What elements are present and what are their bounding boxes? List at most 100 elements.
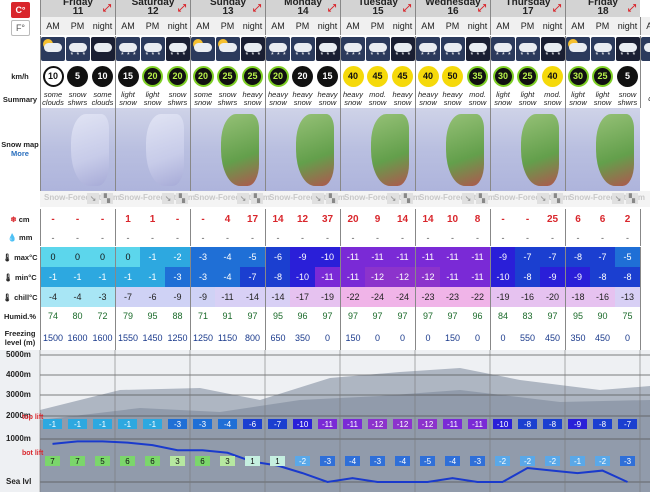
freeze-cell: 450 (594, 333, 611, 343)
snow-map-image[interactable] (565, 108, 640, 191)
freeze-cell: 450 (544, 333, 561, 343)
wx-cell (640, 36, 650, 62)
fahrenheit-toggle[interactable]: F° (11, 20, 30, 36)
mint-cell: -10 (490, 267, 515, 287)
wind-cell: 35 (465, 62, 490, 90)
summary-cell: snow shwrs (215, 90, 240, 108)
snowflake-icon: * (445, 52, 449, 59)
period-label: PM (220, 21, 235, 31)
map-zoom-icon[interactable]: ▚ (176, 193, 188, 204)
cloud-icon (419, 43, 437, 52)
cloud-icon (468, 43, 487, 52)
map-zoom-icon[interactable]: ▚ (251, 193, 263, 204)
map-arrow-icon[interactable]: ↘ (387, 193, 399, 204)
map-zoom-icon[interactable]: ▚ (401, 193, 413, 204)
snow-map-image[interactable] (40, 108, 115, 191)
humidity-label: Humid.% (3, 311, 37, 321)
wind-cell: 20 (190, 62, 215, 90)
mint-cell: -12 (415, 267, 440, 287)
snow-map-image[interactable] (265, 108, 340, 191)
cloudy-night-icon (90, 37, 115, 61)
summary-cell: light snow (565, 90, 590, 108)
map-zoom-icon[interactable]: ▚ (326, 193, 338, 204)
wind-cell: 40 (415, 62, 440, 90)
expand-icon[interactable]: ⤢ (253, 3, 261, 14)
expand-icon[interactable]: ⤢ (103, 3, 111, 14)
wind-arrow-icon: 20 (292, 65, 313, 87)
map-arrow-icon[interactable]: ↘ (312, 193, 324, 204)
expand-icon[interactable]: ⤢ (178, 3, 186, 14)
maxt-cell: -8 (565, 247, 590, 267)
humid-cell: 97 (322, 311, 333, 321)
chill-cell: -18 (565, 287, 590, 307)
summary-text: clouds (42, 98, 64, 107)
humidity-row: 74 80 72 79 95 88 71 91 97 95 96 97 97 97 97 97 97 96 84 83… (40, 306, 650, 326)
bot-lift-temp: 7 (70, 456, 85, 466)
snow-map-image[interactable] (115, 108, 190, 191)
wind-cell (640, 62, 650, 90)
chill-cell: -20 (540, 287, 565, 307)
period-label: PM (295, 21, 310, 31)
expand-icon[interactable]: ⤢ (403, 3, 411, 14)
snowflake-icon: * (295, 52, 299, 59)
map-arrow-icon[interactable]: ↘ (462, 193, 474, 204)
rain-row: ------------------------- (40, 229, 650, 246)
bot-lift-temp: 3 (170, 456, 185, 466)
snow-cell: 1 (115, 209, 140, 229)
summary-cell: light snow (115, 90, 140, 108)
humid-cell: 71 (190, 306, 215, 326)
maxt-cell: -11 (440, 247, 465, 267)
mint-cell: -12 (365, 267, 390, 287)
altitude-label: 3000m (6, 390, 31, 399)
map-arrow-icon[interactable]: ↘ (612, 193, 624, 204)
freeze-cell: 0 (624, 333, 630, 343)
humid-cell (640, 306, 650, 326)
max-temp-row: 0 0 0 0 -1 -2 -3 -4 -5 -6 -9 -10 -11 -11 -11 -11 -11 -11-… (40, 247, 650, 267)
bot-lift-temp: 1 (270, 456, 285, 466)
map-arrow-icon[interactable]: ↘ (162, 193, 174, 204)
maxt-cell: 0 (90, 247, 115, 267)
map-zoom-icon[interactable]: ▚ (476, 193, 488, 204)
map-zoom-icon[interactable]: ▚ (626, 193, 638, 204)
cloud-icon (569, 43, 587, 52)
maxt-cell: -1 (140, 247, 165, 267)
humid-cell: 96 (297, 311, 308, 321)
bot-lift-temp: 6 (195, 456, 210, 466)
cloud-icon (494, 43, 512, 52)
humid-cell: 74 (40, 306, 65, 326)
snow-map-image[interactable] (340, 108, 415, 191)
freeze-cell: 350 (294, 333, 311, 343)
humid-cell: 79 (115, 306, 140, 326)
chill-cell: -23 (440, 287, 465, 307)
map-arrow-icon[interactable]: ↘ (87, 193, 99, 204)
expand-icon[interactable]: ⤢ (328, 3, 336, 14)
wind-arrow-icon: 25 (517, 65, 538, 87)
humid-cell: 83 (522, 311, 533, 321)
expand-icon[interactable]: ⤢ (553, 3, 561, 14)
freeze-cell: 1550 (115, 326, 140, 350)
map-zoom-icon[interactable]: ▚ (101, 193, 113, 204)
snow-map-image[interactable] (190, 108, 265, 191)
snow-map-image[interactable] (415, 108, 490, 191)
chill-label: 🌡 chill°C (2, 292, 38, 302)
wind-cell: 25 (240, 62, 265, 90)
map-zoom-icon[interactable]: ▚ (551, 193, 563, 204)
map-arrow-icon[interactable]: ↘ (237, 193, 249, 204)
period-label: night (392, 21, 413, 31)
altitude-label: 1000m (6, 434, 31, 443)
period-label: AM (490, 17, 515, 35)
map-arrow-icon[interactable]: ↘ (537, 193, 549, 204)
bot-lift-temp: -4 (345, 456, 360, 466)
celsius-toggle[interactable]: C° (11, 2, 30, 18)
top-lift-temp: -12 (393, 419, 412, 429)
humid-cell: 97 (397, 311, 408, 321)
mint-cell: -3 (190, 267, 215, 287)
snow-map-more-link[interactable]: More (11, 149, 29, 158)
bot-lift-temp: -4 (445, 456, 460, 466)
bot-lift-temp: -2 (295, 456, 310, 466)
expand-icon[interactable]: ⤢ (628, 3, 636, 14)
wind-cell: 45 (365, 62, 390, 90)
snow-map-image[interactable] (490, 108, 565, 191)
period-label: PM (145, 21, 160, 31)
expand-icon[interactable]: ⤢ (478, 3, 486, 14)
